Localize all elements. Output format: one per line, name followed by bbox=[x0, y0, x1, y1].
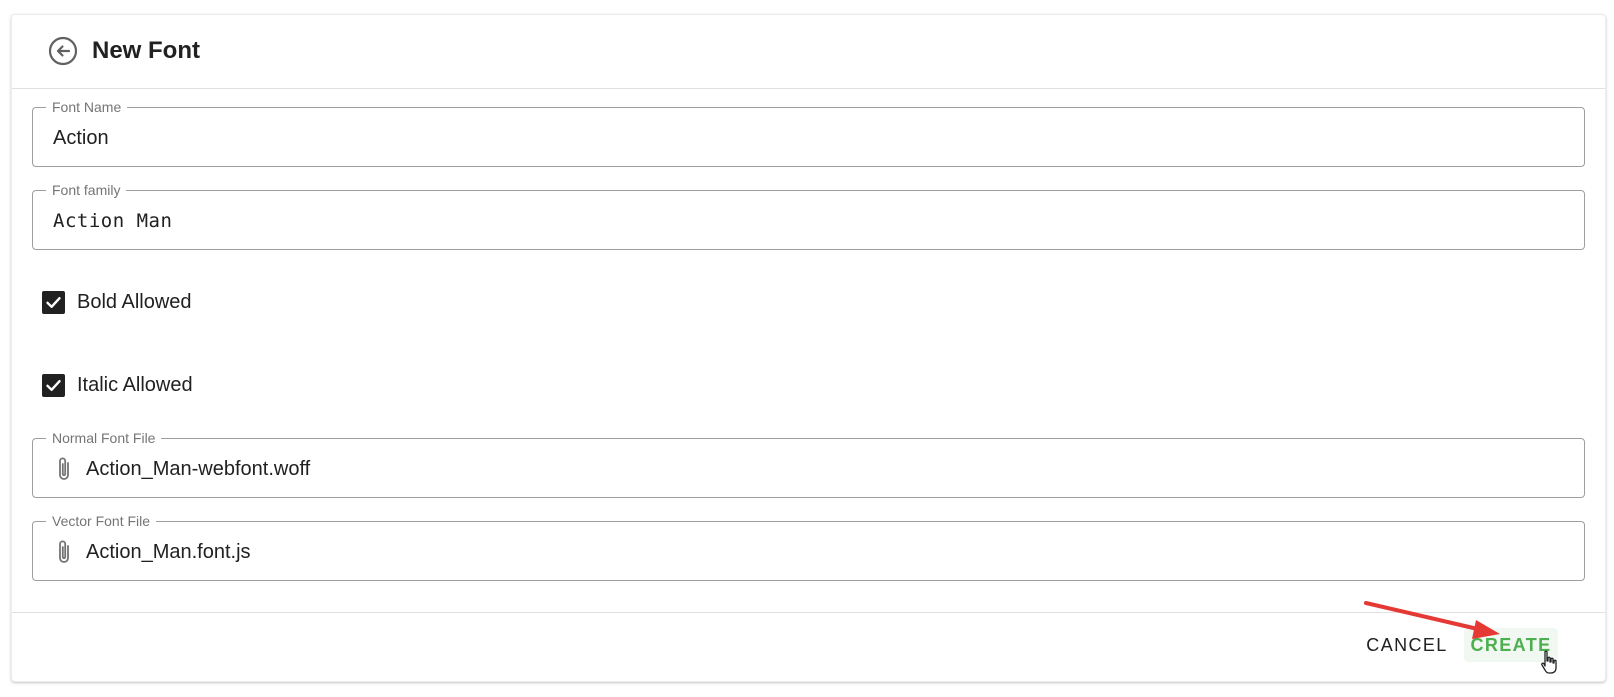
paperclip-icon[interactable] bbox=[53, 537, 75, 567]
back-button[interactable] bbox=[47, 35, 79, 67]
normal-font-file-field[interactable]: Normal Font File Action_Man-webfont.woff bbox=[32, 429, 1585, 498]
italic-allowed-label: Italic Allowed bbox=[77, 373, 193, 396]
vector-font-file-value[interactable]: Action_Man.font.js bbox=[86, 540, 251, 564]
font-family-value[interactable]: Action Man bbox=[53, 209, 172, 233]
arrow-circle-left-icon bbox=[48, 36, 78, 66]
paperclip-icon[interactable] bbox=[53, 454, 75, 484]
italic-allowed-checkbox-row[interactable]: Italic Allowed bbox=[42, 370, 193, 400]
normal-font-file-label: Normal Font File bbox=[46, 429, 162, 447]
dialog-header: New Font bbox=[12, 15, 1605, 89]
normal-font-file-value[interactable]: Action_Man-webfont.woff bbox=[86, 457, 310, 481]
italic-allowed-checkbox[interactable] bbox=[42, 373, 65, 397]
page-title: New Font bbox=[92, 37, 200, 64]
cancel-button[interactable]: CANCEL bbox=[1360, 628, 1454, 662]
font-name-label: Font Name bbox=[46, 98, 128, 116]
bold-allowed-checkbox-row[interactable]: Bold Allowed bbox=[42, 287, 192, 317]
vector-font-file-label: Vector Font File bbox=[46, 512, 157, 530]
font-family-field[interactable]: Font family Action Man bbox=[32, 181, 1585, 250]
font-family-label: Font family bbox=[46, 181, 127, 199]
font-name-field[interactable]: Font Name Action bbox=[32, 98, 1585, 167]
new-font-dialog: New Font Font Name Action Font family Ac… bbox=[11, 14, 1606, 682]
vector-font-file-field[interactable]: Vector Font File Action_Man.font.js bbox=[32, 512, 1585, 581]
checkmark-icon bbox=[46, 296, 61, 308]
font-name-value[interactable]: Action bbox=[53, 126, 109, 150]
create-button[interactable]: CREATE bbox=[1464, 628, 1558, 662]
checkmark-icon bbox=[46, 379, 61, 391]
bold-allowed-checkbox[interactable] bbox=[42, 290, 65, 314]
bold-allowed-label: Bold Allowed bbox=[77, 290, 192, 313]
dialog-footer: CANCEL CREATE bbox=[12, 612, 1605, 682]
